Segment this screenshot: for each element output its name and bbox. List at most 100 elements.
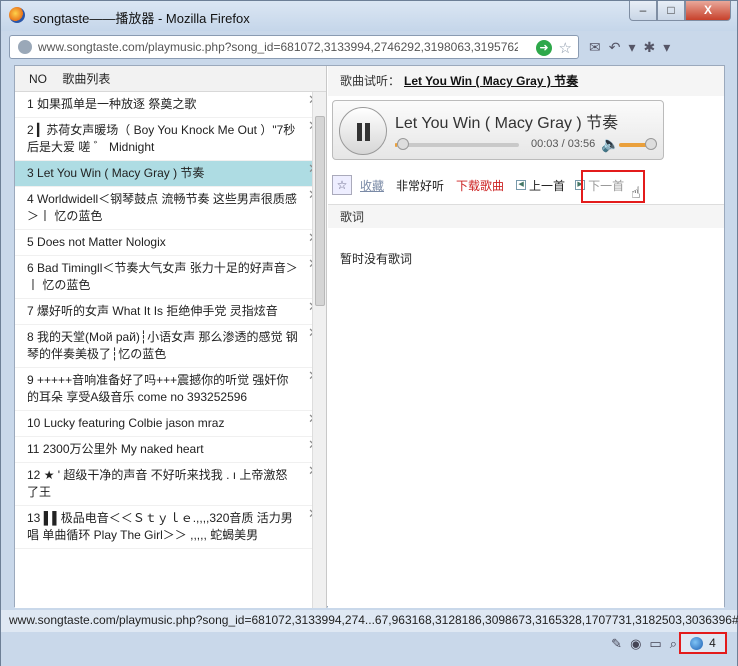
globe-count-icon: [690, 636, 704, 650]
trial-label: 歌曲试听：: [340, 74, 401, 88]
toolbar-icons: ✉ ↶ ▾ ✱ ▾: [589, 39, 670, 56]
pause-button[interactable]: [339, 107, 387, 155]
song-item-text: Does not Matter Nologix: [37, 235, 166, 249]
song-item-text: 爆好听的女声 What It Is 拒绝伸手党 灵指炫音: [37, 304, 278, 318]
pause-icon-bar: [365, 123, 370, 141]
trial-song-link[interactable]: Let You Win ( Macy Gray ) 节奏: [404, 74, 578, 88]
brush-icon[interactable]: ✎: [611, 636, 622, 652]
bug-icon[interactable]: ✱: [644, 39, 656, 56]
browser-window: songtaste——播放器 - Mozilla Firefox – □ X w…: [0, 0, 738, 666]
song-item[interactable]: 11 2300万公里外 My naked heart✕: [15, 437, 326, 463]
count-badge[interactable]: 4: [679, 632, 727, 654]
song-item-text: ▎苏荷女声暖场（ Boy You Knock Me Out ）"7秒后是大爱 嗟…: [27, 123, 296, 154]
song-item[interactable]: 10 Lucky featuring Colbie jason mraz✕: [15, 411, 326, 437]
song-item-text: 如果孤单是一种放逐 祭奠之歌: [37, 97, 197, 111]
song-item-text: 我的天堂(Мой рай)┆小语女声 那么渗透的感觉 钢琴的伴奏美极了┆忆の蓝色: [27, 330, 298, 361]
menu-dropdown-icon[interactable]: ▾: [663, 39, 670, 56]
playlist-panel: NO 歌曲列表 1 如果孤单是一种放逐 祭奠之歌✕2 ▎苏荷女声暖场（ Boy …: [15, 66, 327, 608]
song-item-no: 10: [27, 416, 41, 430]
firefox-icon: [9, 7, 25, 23]
lyrics-header: 歌词: [328, 204, 724, 228]
song-item[interactable]: 12 ★ ' 超级干净的声音 不好听来找我 . ı 上帝激怒了王✕: [15, 463, 326, 506]
song-item-no: 1: [27, 97, 34, 111]
volume-handle[interactable]: [645, 138, 657, 150]
url-field[interactable]: www.songtaste.com/playmusic.php?song_id=…: [9, 35, 579, 59]
song-item-no: 3: [27, 166, 34, 180]
page-content: NO 歌曲列表 1 如果孤单是一种放逐 祭奠之歌✕2 ▎苏荷女声暖场（ Boy …: [14, 65, 725, 608]
song-item-no: 13: [27, 511, 41, 525]
mask-icon[interactable]: ◉: [630, 636, 641, 652]
scrollbar-thumb[interactable]: [315, 116, 325, 306]
song-item-text: Worldwidell＜钢琴鼓点 流畅节奏 这些男声很质感＞丨 忆の蓝色: [27, 192, 297, 223]
song-item-no: 4: [27, 192, 34, 206]
song-item-text: +++++音响准备好了吗+++震撼你的听觉 强奸你的耳朵 享受A级音乐 come…: [27, 373, 289, 404]
progress-handle[interactable]: [397, 138, 409, 150]
song-item-no: 2: [27, 123, 34, 137]
song-item-no: 5: [27, 235, 34, 249]
song-item[interactable]: 8 我的天堂(Мой рай)┆小语女声 那么渗透的感觉 钢琴的伴奏美极了┆忆の…: [15, 325, 326, 368]
player-panel: 歌曲试听： Let You Win ( Macy Gray ) 节奏 Let Yo…: [328, 66, 724, 608]
progress-bar[interactable]: [395, 143, 519, 147]
mouse-cursor-icon: ☝: [631, 185, 641, 202]
url-text[interactable]: www.songtaste.com/playmusic.php?song_id=…: [38, 40, 518, 54]
song-item-text: Lucky featuring Colbie jason mraz: [43, 416, 225, 430]
count-value: 4: [709, 636, 716, 650]
download-link[interactable]: 下载歌曲: [456, 177, 504, 194]
mail-icon[interactable]: ✉: [589, 39, 601, 56]
song-item[interactable]: 9 +++++音响准备好了吗+++震撼你的听觉 强奸你的耳朵 享受A级音乐 co…: [15, 368, 326, 411]
song-item-text: Bad Timingll＜节奏大气女声 张力十足的好声音＞丨 忆の蓝色: [27, 261, 298, 292]
song-item[interactable]: 13 ▌▌极品电音＜＜Ｓｔｙｌｅ.,,,,320音质 活力男唱 单曲循环 Pla…: [15, 506, 326, 549]
song-item-no: 9: [27, 373, 34, 387]
minimize-button[interactable]: –: [629, 1, 657, 21]
time-display: 00:03 / 03:56: [531, 138, 596, 150]
status-bar: www.songtaste.com/playmusic.php?song_id=…: [1, 610, 738, 632]
song-item-no: 7: [27, 304, 34, 318]
title-bar: songtaste——播放器 - Mozilla Firefox – □ X: [1, 1, 737, 31]
addon-bar: ✎ ◉ ▭ ⌕ 4: [1, 632, 737, 666]
search-icon[interactable]: ⌕: [670, 636, 677, 652]
song-item[interactable]: 5 Does not Matter Nologix✕: [15, 230, 326, 256]
good-link[interactable]: 非常好听: [396, 177, 444, 194]
now-playing-title: Let You Win ( Macy Gray ) 节奏: [395, 115, 619, 132]
col-title: 歌曲列表: [62, 72, 111, 86]
undo-icon[interactable]: ↶: [609, 39, 621, 56]
dropdown-icon[interactable]: ▾: [628, 39, 635, 56]
favorite-link[interactable]: 收藏: [360, 177, 384, 194]
song-item[interactable]: 6 Bad Timingll＜节奏大气女声 张力十足的好声音＞丨 忆の蓝色✕: [15, 256, 326, 299]
song-item-no: 8: [27, 330, 34, 344]
pause-icon: [357, 123, 362, 141]
trial-bar: 歌曲试听： Let You Win ( Macy Gray ) 节奏: [328, 66, 724, 96]
audio-player: Let You Win ( Macy Gray ) 节奏 00:03 / 03:…: [332, 100, 664, 160]
prev-label: 上一首: [529, 178, 566, 193]
address-bar: www.songtaste.com/playmusic.php?song_id=…: [9, 35, 731, 59]
window-controls: – □ X: [629, 1, 731, 21]
song-item-text: ▌▌极品电音＜＜Ｓｔｙｌｅ.,,,,320音质 活力男唱 单曲循环 Play T…: [27, 511, 293, 542]
volume-icon[interactable]: 🔈: [601, 135, 620, 153]
song-item-text: ★ ' 超级干净的声音 不好听来找我 . ı 上帝激怒了王: [27, 468, 288, 499]
action-bar: ☆ 收藏 非常好听 下载歌曲 ◀ 上一首 ▶ 下一首: [332, 172, 712, 198]
song-item-no: 11: [27, 442, 40, 456]
song-item[interactable]: 3 Let You Win ( Macy Gray ) 节奏✕: [15, 161, 326, 187]
globe-icon: [18, 40, 32, 54]
song-list: 1 如果孤单是一种放逐 祭奠之歌✕2 ▎苏荷女声暖场（ Boy You Knoc…: [15, 92, 326, 549]
song-item[interactable]: 2 ▎苏荷女声暖场（ Boy You Knock Me Out ）"7秒后是大爱…: [15, 118, 326, 161]
song-item[interactable]: 4 Worldwidell＜钢琴鼓点 流畅节奏 这些男声很质感＞丨 忆の蓝色✕: [15, 187, 326, 230]
prev-icon: ◀: [516, 180, 527, 190]
prev-button[interactable]: ◀ 上一首: [516, 177, 565, 194]
bookmark-star-icon[interactable]: ☆: [559, 39, 572, 57]
lyrics-empty-text: 暂时没有歌词: [340, 252, 413, 266]
close-button[interactable]: X: [685, 1, 731, 21]
scrollbar[interactable]: [312, 92, 326, 608]
col-no: NO: [29, 72, 47, 86]
song-item-no: 12: [27, 468, 41, 482]
window-icon[interactable]: ▭: [649, 636, 661, 652]
song-item[interactable]: 7 爆好听的女声 What It Is 拒绝伸手党 灵指炫音✕: [15, 299, 326, 325]
favorite-star-icon[interactable]: ☆: [332, 175, 352, 195]
song-item-no: 6: [27, 261, 34, 275]
song-item[interactable]: 1 如果孤单是一种放逐 祭奠之歌✕: [15, 92, 326, 118]
go-icon[interactable]: ➜: [536, 40, 552, 56]
maximize-button[interactable]: □: [657, 1, 685, 21]
playlist-header: NO 歌曲列表: [15, 66, 326, 92]
addon-icons: ✎ ◉ ▭ ⌕: [611, 636, 677, 652]
song-item-text: 2300万公里外 My naked heart: [42, 442, 204, 456]
